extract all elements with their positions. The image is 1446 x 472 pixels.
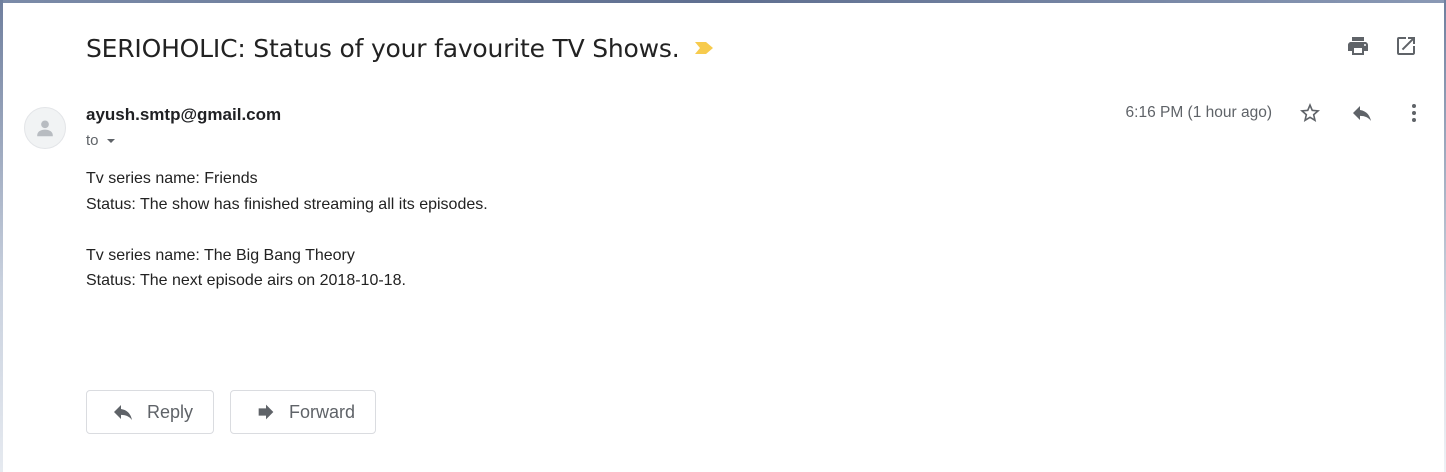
star-icon[interactable] (1298, 101, 1322, 125)
reply-button-label: Reply (147, 401, 194, 422)
window-top-border (0, 0, 1446, 3)
forward-icon (255, 401, 277, 423)
to-label: to (86, 132, 99, 149)
person-icon (37, 120, 53, 137)
series-2-status: Status: The next episode airs on 2018-10… (86, 272, 406, 289)
series-1-name: Tv series name: Friends (86, 170, 258, 187)
recipient-row: to (86, 132, 117, 149)
forward-button[interactable]: Forward (230, 390, 377, 434)
reply-forward-actions: Reply Forward (86, 390, 377, 434)
reply-button[interactable]: Reply (86, 390, 215, 434)
email-body: Tv series name: Friends Status: The show… (86, 166, 488, 294)
open-in-new-window-icon[interactable] (1394, 34, 1418, 58)
chevron-down-icon[interactable] (105, 135, 117, 147)
message-timestamp: 6:16 PM (1 hour ago) (1125, 104, 1272, 121)
reply-icon[interactable] (1350, 101, 1374, 125)
sender-avatar[interactable] (24, 107, 66, 149)
print-icon[interactable] (1346, 34, 1370, 58)
series-2-name: Tv series name: The Big Bang Theory (86, 246, 355, 264)
window-left-border (0, 0, 3, 472)
email-subject: SERIOHOLIC: Status of your favourite TV … (86, 33, 680, 63)
message-meta: 6:16 PM (1 hour ago) (1126, 101, 1426, 125)
more-vertical-icon[interactable] (1402, 101, 1426, 125)
forward-button-label: Forward (289, 401, 356, 422)
message-top-actions (1346, 34, 1418, 58)
subject-row: SERIOHOLIC: Status of your favourite TV … (86, 30, 715, 66)
importance-marker-icon[interactable] (693, 41, 715, 55)
sender-email[interactable]: ayush.smtp@gmail.com (86, 105, 281, 125)
series-1-status: Status: The show has finished streaming … (86, 195, 488, 213)
reply-icon (111, 400, 135, 424)
